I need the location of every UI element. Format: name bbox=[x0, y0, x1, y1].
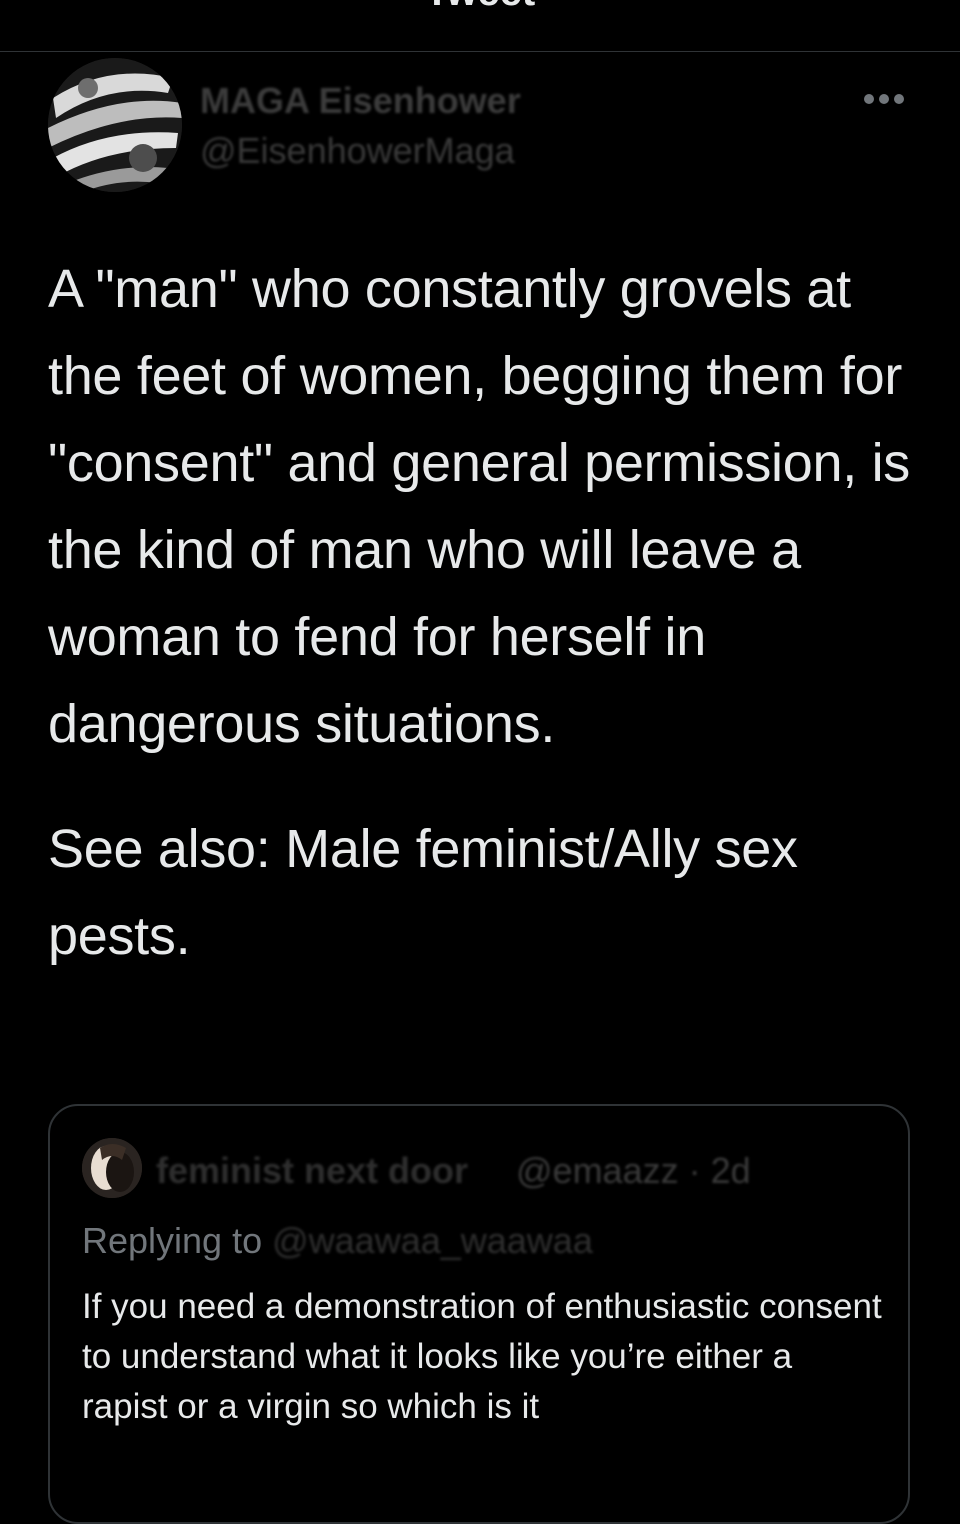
page-title: Tweet bbox=[0, 0, 960, 15]
quoted-author-avatar[interactable] bbox=[82, 1138, 142, 1198]
quoted-tweet-text: If you need a demonstration of enthusias… bbox=[82, 1287, 882, 1426]
author-handle[interactable]: @EisenhowerMaga bbox=[200, 130, 515, 172]
author-display-name[interactable]: MAGA Eisenhower bbox=[200, 80, 521, 122]
quoted-tweet-card[interactable]: feminist next door @emaazz · 2d Replying… bbox=[48, 1104, 910, 1524]
tweet-author-row: MAGA Eisenhower @EisenhowerMaga bbox=[48, 58, 912, 198]
tweet-paragraph: See also: Male feminist/Ally sex pests. bbox=[48, 819, 798, 966]
quoted-author-name[interactable]: feminist next door bbox=[156, 1150, 468, 1192]
replying-to-line: Replying to @waawaa_waawaa bbox=[82, 1220, 593, 1262]
avatar-image bbox=[48, 58, 182, 192]
author-avatar[interactable] bbox=[48, 58, 182, 192]
top-bar: Tweet bbox=[0, 0, 960, 52]
replying-prefix: Replying to bbox=[82, 1220, 273, 1261]
avatar-image bbox=[82, 1138, 142, 1198]
replying-handle-link[interactable]: @waawaa_waawaa bbox=[272, 1220, 593, 1261]
quoted-author-meta: @emaazz · 2d bbox=[516, 1150, 751, 1191]
tweet-paragraph: A "man" who constantly grovels at the fe… bbox=[48, 259, 911, 754]
more-horizontal-icon[interactable] bbox=[862, 92, 906, 106]
tweet-text: A "man" who constantly grovels at the fe… bbox=[48, 246, 910, 1018]
